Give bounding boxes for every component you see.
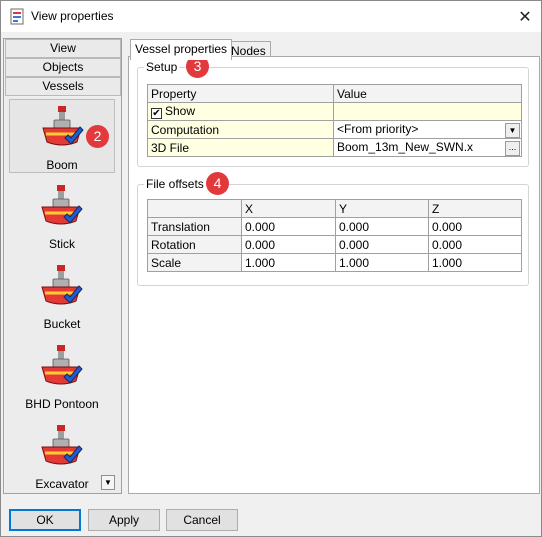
translation-z-cell[interactable]: 0.000 xyxy=(428,217,522,236)
computation-dropdown[interactable]: ▼ <From priority> xyxy=(333,120,522,139)
title-bar: View properties ✕ xyxy=(1,1,541,32)
close-button[interactable]: ✕ xyxy=(509,1,541,32)
category-view-button[interactable]: View xyxy=(5,39,121,58)
file-offsets-group: File offsets X Y Z Translation 0.000 0.0… xyxy=(137,177,529,286)
table-row: Scale 1.000 1.000 1.000 xyxy=(147,253,522,272)
computation-value: <From priority> xyxy=(337,121,419,136)
category-objects-button[interactable]: Objects xyxy=(5,58,121,77)
list-scroll-down-button[interactable]: ▼ xyxy=(101,475,115,490)
scale-z-cell[interactable]: 1.000 xyxy=(428,253,522,272)
tab-vessel-properties[interactable]: Vessel properties xyxy=(130,39,233,60)
checkmark-icon: ✔ xyxy=(152,108,161,119)
3d-file-value: Boom_13m_New_SWN.x xyxy=(337,139,474,154)
computation-property-label: Computation xyxy=(147,120,334,139)
boat-check-icon xyxy=(41,185,83,225)
rotation-x-cell[interactable]: 0.000 xyxy=(241,235,336,254)
vessel-item-bucket[interactable]: Bucket xyxy=(9,259,115,333)
scale-y-cell[interactable]: 1.000 xyxy=(335,253,429,272)
property-column-header: Property xyxy=(147,84,334,103)
view-properties-window: View properties ✕ View Objects Vessels B… xyxy=(0,0,542,537)
category-vessels-button[interactable]: Vessels xyxy=(5,77,121,96)
translation-row-label: Translation xyxy=(147,217,242,236)
x-column-header: X xyxy=(241,199,336,218)
y-column-header: Y xyxy=(335,199,429,218)
table-row: Translation 0.000 0.000 0.000 xyxy=(147,217,522,236)
vessel-label: Stick xyxy=(48,237,75,251)
vessel-list: Boom Stick Bucket BHD Pontoon Excavator … xyxy=(5,97,121,493)
table-row: Rotation 0.000 0.000 0.000 xyxy=(147,235,522,254)
apply-button[interactable]: Apply xyxy=(88,509,160,531)
annotation-badge-4: 4 xyxy=(206,172,229,195)
3d-file-field[interactable]: ... Boom_13m_New_SWN.x xyxy=(333,138,522,157)
boat-check-icon xyxy=(41,265,83,305)
translation-y-cell[interactable]: 0.000 xyxy=(335,217,429,236)
dropdown-arrow-icon[interactable]: ▼ xyxy=(505,122,520,138)
annotation-badge-2: 2 xyxy=(86,125,109,148)
vessel-item-excavator[interactable]: Excavator xyxy=(9,419,115,493)
vessel-item-stick[interactable]: Stick xyxy=(9,179,115,253)
show-value-cell xyxy=(333,102,522,121)
document-properties-icon xyxy=(10,8,24,25)
corner-header xyxy=(147,199,242,218)
vessel-properties-page: Setup Property Value ✔ Show Computation ▼ xyxy=(128,56,540,494)
boat-check-icon xyxy=(41,425,83,465)
chevron-down-icon: ▼ xyxy=(104,478,112,487)
vessel-label: BHD Pontoon xyxy=(25,397,99,411)
3d-file-property-label: 3D File xyxy=(147,138,334,157)
vessel-label: Excavator xyxy=(35,477,89,491)
category-panel: View Objects Vessels Boom Stick Bucket B… xyxy=(3,38,122,494)
vessel-item-bhd-pontoon[interactable]: BHD Pontoon xyxy=(9,339,115,413)
scale-x-cell[interactable]: 1.000 xyxy=(241,253,336,272)
z-column-header: Z xyxy=(428,199,522,218)
boat-check-icon xyxy=(42,106,84,146)
setup-group: Setup Property Value ✔ Show Computation ▼ xyxy=(137,60,529,167)
setup-property-grid: Property Value ✔ Show Computation ▼ <From… xyxy=(147,84,522,157)
vessel-label: Boom xyxy=(46,158,78,172)
show-property-label: Show xyxy=(165,104,196,118)
vessel-label: Bucket xyxy=(43,317,81,331)
scale-row-label: Scale xyxy=(147,253,242,272)
close-icon: ✕ xyxy=(518,8,532,26)
boat-check-icon xyxy=(41,345,83,385)
ok-button[interactable]: OK xyxy=(9,509,81,531)
show-property-cell[interactable]: ✔ Show xyxy=(147,102,334,121)
value-column-header: Value xyxy=(333,84,522,103)
setup-group-label: Setup xyxy=(144,60,180,74)
rotation-z-cell[interactable]: 0.000 xyxy=(428,235,522,254)
rotation-row-label: Rotation xyxy=(147,235,242,254)
window-title: View properties xyxy=(31,9,114,23)
rotation-y-cell[interactable]: 0.000 xyxy=(335,235,429,254)
translation-x-cell[interactable]: 0.000 xyxy=(241,217,336,236)
cancel-button[interactable]: Cancel xyxy=(166,509,238,531)
show-checkbox[interactable]: ✔ xyxy=(151,108,162,119)
browse-file-button[interactable]: ... xyxy=(505,140,520,156)
file-offsets-grid: X Y Z Translation 0.000 0.000 0.000 Rota… xyxy=(147,199,522,272)
file-offsets-group-label: File offsets xyxy=(144,177,206,191)
